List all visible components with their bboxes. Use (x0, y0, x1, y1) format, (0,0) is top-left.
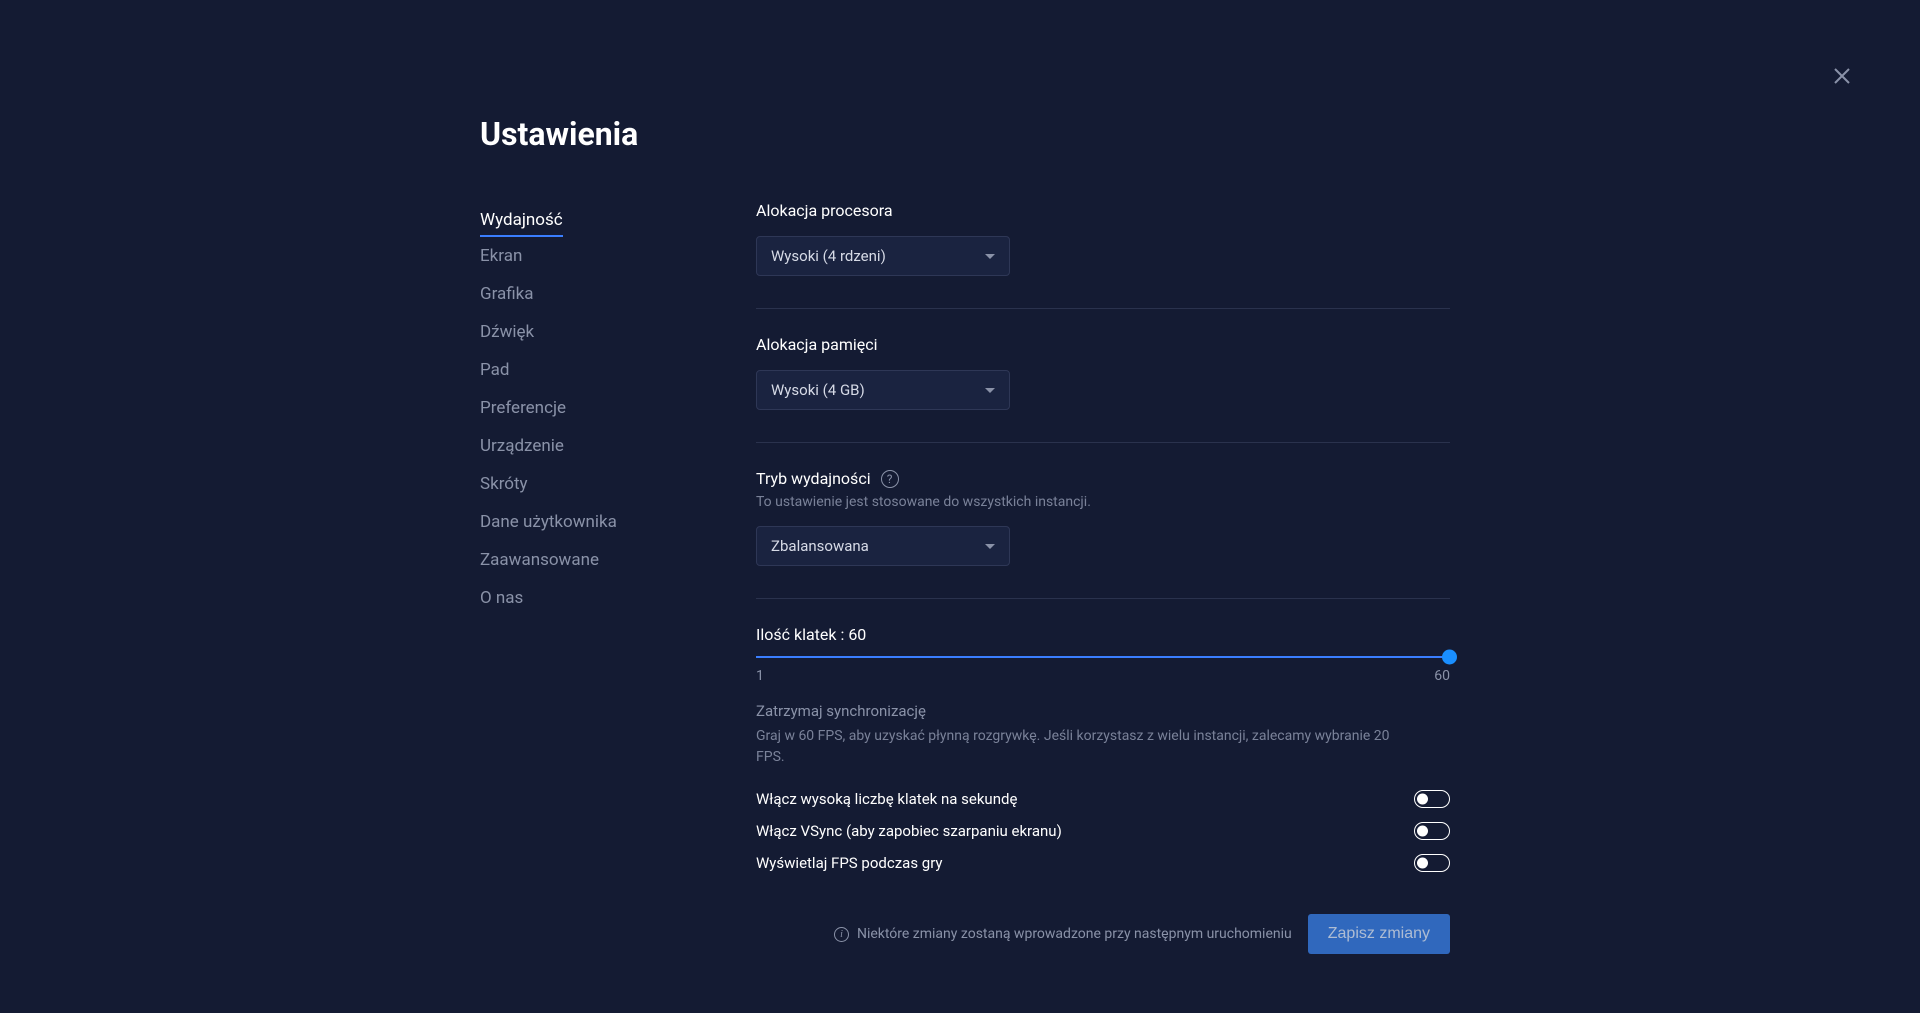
sidebar-item-label: Grafika (480, 284, 534, 304)
sidebar-item-label: Wydajność (480, 210, 563, 237)
sidebar-item-screen[interactable]: Ekran (480, 237, 756, 275)
fps-slider-thumb[interactable] (1442, 650, 1457, 665)
cpu-allocation-select[interactable]: Wysoki (4 rdzeni) (756, 236, 1010, 276)
toggle-knob (1417, 794, 1428, 805)
performance-mode-desc: To ustawienie jest stosowane do wszystki… (756, 494, 1450, 510)
toggle-high-fps[interactable] (1414, 790, 1450, 808)
sidebar-item-performance[interactable]: Wydajność (480, 201, 756, 237)
label-text: Tryb wydajności (756, 469, 871, 488)
chevron-down-icon (985, 544, 995, 549)
save-button[interactable]: Zapisz zmiany (1308, 914, 1450, 954)
sidebar-item-shortcuts[interactable]: Skróty (480, 465, 756, 503)
select-value: Wysoki (4 rdzeni) (771, 247, 886, 265)
sidebar-item-sound[interactable]: Dźwięk (480, 313, 756, 351)
page-title: Ustawienia (480, 115, 1450, 153)
sidebar-item-preferences[interactable]: Preferencje (480, 389, 756, 427)
info-icon: i (834, 927, 849, 942)
sidebar-item-label: Dźwięk (480, 322, 534, 342)
sidebar-item-pad[interactable]: Pad (480, 351, 756, 389)
toggle-label: Włącz wysoką liczbę klatek na sekundę (756, 790, 1017, 808)
toggle-row-high-fps: Włącz wysoką liczbę klatek na sekundę (756, 790, 1450, 808)
toggle-knob (1417, 858, 1428, 869)
sidebar-item-label: Zaawansowane (480, 550, 599, 570)
toggle-row-show-fps: Wyświetlaj FPS podczas gry (756, 854, 1450, 872)
fps-value: 60 (848, 625, 866, 644)
toggle-label: Włącz VSync (aby zapobiec szarpaniu ekra… (756, 822, 1062, 840)
memory-allocation-select[interactable]: Wysoki (4 GB) (756, 370, 1010, 410)
chevron-down-icon (985, 388, 995, 393)
sidebar-item-graphics[interactable]: Grafika (480, 275, 756, 313)
footer-note: i Niektóre zmiany zostaną wprowadzone pr… (834, 926, 1292, 942)
sidebar-item-about[interactable]: O nas (480, 579, 756, 617)
sync-label: Zatrzymaj synchronizację (756, 702, 1450, 720)
fps-slider[interactable] (756, 656, 1450, 658)
fps-min: 1 (756, 668, 764, 684)
close-button[interactable] (1830, 64, 1854, 88)
sidebar-item-label: Skróty (480, 474, 528, 494)
toggle-label: Wyświetlaj FPS podczas gry (756, 854, 943, 872)
sidebar: Wydajność Ekran Grafika Dźwięk Pad Prefe… (480, 201, 756, 954)
toggle-row-vsync: Włącz VSync (aby zapobiec szarpaniu ekra… (756, 822, 1450, 840)
fps-max: 60 (1434, 668, 1450, 684)
footer: i Niektóre zmiany zostaną wprowadzone pr… (756, 914, 1450, 954)
sidebar-item-label: Preferencje (480, 398, 566, 418)
cpu-allocation-label: Alokacja procesora (756, 201, 1450, 220)
fps-slider-label: Ilość klatek : 60 (756, 625, 1450, 644)
help-icon[interactable]: ? (881, 470, 899, 488)
fps-label-prefix: Ilość klatek : (756, 625, 848, 644)
sidebar-item-label: Dane użytkownika (480, 512, 617, 532)
toggle-knob (1417, 826, 1428, 837)
select-value: Zbalansowana (771, 537, 869, 555)
performance-mode-select[interactable]: Zbalansowana (756, 526, 1010, 566)
toggle-show-fps[interactable] (1414, 854, 1450, 872)
close-icon (1830, 64, 1854, 88)
select-value: Wysoki (4 GB) (771, 381, 865, 399)
footer-note-text: Niektóre zmiany zostaną wprowadzone przy… (857, 926, 1292, 942)
sidebar-item-label: O nas (480, 588, 523, 608)
performance-mode-label: Tryb wydajności ? (756, 469, 1450, 488)
toggle-vsync[interactable] (1414, 822, 1450, 840)
sync-desc: Graj w 60 FPS, aby uzyskać płynną rozgry… (756, 726, 1396, 768)
sidebar-item-label: Urządzenie (480, 436, 564, 456)
sidebar-item-label: Ekran (480, 246, 522, 266)
chevron-down-icon (985, 254, 995, 259)
main-panel: Alokacja procesora Wysoki (4 rdzeni) Alo… (756, 201, 1450, 954)
sidebar-item-label: Pad (480, 360, 509, 380)
sidebar-item-device[interactable]: Urządzenie (480, 427, 756, 465)
sidebar-item-user-data[interactable]: Dane użytkownika (480, 503, 756, 541)
memory-allocation-label: Alokacja pamięci (756, 335, 1450, 354)
sidebar-item-advanced[interactable]: Zaawansowane (480, 541, 756, 579)
